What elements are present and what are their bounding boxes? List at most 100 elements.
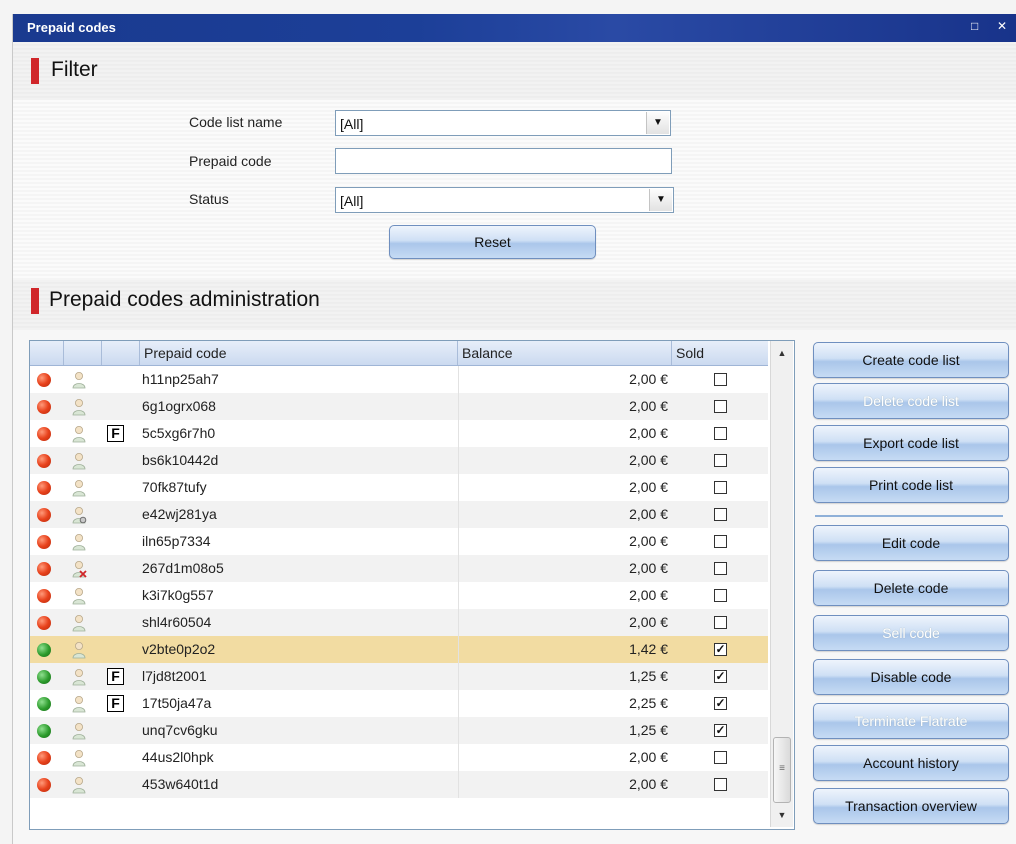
button-separator xyxy=(815,515,1003,517)
account-history-button[interactable]: Account history xyxy=(813,745,1009,781)
balance-cell: 2,00 € xyxy=(629,452,668,468)
status-select[interactable]: [All] ▼ xyxy=(335,187,674,213)
table-row[interactable]: bs6k10442d 2,00 € xyxy=(30,447,768,474)
table-row[interactable]: h11np25ah7 2,00 € xyxy=(30,366,768,393)
sold-checkbox[interactable] xyxy=(714,535,727,548)
sold-checkbox[interactable] xyxy=(714,589,727,602)
status-value: [All] xyxy=(340,193,364,209)
disable-code-button[interactable]: Disable code xyxy=(813,659,1009,695)
table-row[interactable]: 453w640t1d 2,00 € xyxy=(30,771,768,798)
delete-code-list-button[interactable]: Delete code list xyxy=(813,383,1009,419)
balance-cell: 2,00 € xyxy=(629,749,668,765)
column-header-flag[interactable] xyxy=(102,341,140,365)
status-red-icon xyxy=(37,508,51,522)
chevron-down-icon[interactable]: ▼ xyxy=(646,112,669,134)
column-header-prepaid-code[interactable]: Prepaid code xyxy=(140,341,458,365)
table-header: Prepaid code Balance Sold xyxy=(30,341,768,366)
column-header-sold[interactable]: Sold xyxy=(672,341,768,365)
prepaid-codes-table: Prepaid code Balance Sold h11np25ah7 2,00… xyxy=(29,340,795,830)
scroll-down-icon[interactable]: ▼ xyxy=(771,805,793,825)
balance-cell: 1,25 € xyxy=(629,722,668,738)
table-row[interactable]: F 17t50ja47a 2,25 € ✓ xyxy=(30,690,768,717)
close-icon[interactable]: ✕ xyxy=(997,19,1007,33)
table-row[interactable]: 6g1ogrx068 2,00 € xyxy=(30,393,768,420)
sold-checkbox[interactable] xyxy=(714,373,727,386)
prepaid-code-cell: unq7cv6gku xyxy=(142,722,218,738)
user-icon xyxy=(72,453,86,470)
balance-cell: 2,00 € xyxy=(629,398,668,414)
admin-header: Prepaid codes administration xyxy=(13,280,1016,330)
prepaid-code-input[interactable] xyxy=(335,148,672,174)
table-row[interactable]: Fl7jd8t2001 1,25 € ✓ xyxy=(30,663,768,690)
balance-cell: 2,00 € xyxy=(629,533,668,549)
user-icon xyxy=(72,696,86,713)
sold-checkbox[interactable] xyxy=(714,778,727,791)
balance-cell: 2,00 € xyxy=(629,776,668,792)
status-red-icon xyxy=(37,481,51,495)
sold-checkbox[interactable] xyxy=(714,616,727,629)
prepaid-code-cell: v2bte0p2o2 xyxy=(142,641,216,657)
user-blocked-icon xyxy=(72,561,87,578)
status-label: Status xyxy=(189,191,229,207)
code-list-name-label: Code list name xyxy=(189,114,283,130)
create-code-list-button[interactable]: Create code list xyxy=(813,342,1009,378)
edit-code-button[interactable]: Edit code xyxy=(813,525,1009,561)
status-red-icon xyxy=(37,778,51,792)
export-code-list-button[interactable]: Export code list xyxy=(813,425,1009,461)
table-row[interactable]: 70fk87tufy 2,00 € xyxy=(30,474,768,501)
sell-code-button[interactable]: Sell code xyxy=(813,615,1009,651)
transaction-overview-button[interactable]: Transaction overview xyxy=(813,788,1009,824)
table-row[interactable]: shl4r60504 2,00 € xyxy=(30,609,768,636)
status-red-icon xyxy=(37,616,51,630)
sold-checkbox[interactable]: ✓ xyxy=(714,697,727,710)
sold-checkbox[interactable]: ✓ xyxy=(714,670,727,683)
code-list-name-select[interactable]: [All] ▼ xyxy=(335,110,671,136)
table-row[interactable]: iln65p7334 2,00 € xyxy=(30,528,768,555)
scroll-up-icon[interactable]: ▲ xyxy=(771,343,793,363)
status-red-icon xyxy=(37,400,51,414)
sold-checkbox[interactable] xyxy=(714,400,727,413)
user-icon xyxy=(72,372,86,389)
delete-code-button[interactable]: Delete code xyxy=(813,570,1009,606)
print-code-list-button[interactable]: Print code list xyxy=(813,467,1009,503)
scroll-thumb[interactable]: ≡ xyxy=(773,737,791,803)
reset-button[interactable]: Reset xyxy=(389,225,596,259)
prepaid-code-cell: 6g1ogrx068 xyxy=(142,398,216,414)
balance-cell: 2,25 € xyxy=(629,695,668,711)
column-header-user[interactable] xyxy=(64,341,102,365)
status-green-icon xyxy=(37,697,51,711)
sold-checkbox[interactable] xyxy=(714,562,727,575)
table-row[interactable]: v2bte0p2o2 1,42 € ✓ xyxy=(30,636,768,663)
table-row[interactable]: e42wj281ya 2,00 € xyxy=(30,501,768,528)
table-row[interactable]: k3i7k0g557 2,00 € xyxy=(30,582,768,609)
vertical-scrollbar[interactable]: ▲ ≡ ▼ xyxy=(770,341,793,827)
sold-checkbox[interactable] xyxy=(714,427,727,440)
prepaid-code-cell: iln65p7334 xyxy=(142,533,211,549)
flatrate-icon: F xyxy=(107,695,124,712)
column-header-balance[interactable]: Balance xyxy=(458,341,672,365)
balance-cell: 1,42 € xyxy=(629,641,668,657)
table-row[interactable]: 267d1m08o5 2,00 € xyxy=(30,555,768,582)
sold-checkbox[interactable] xyxy=(714,481,727,494)
balance-cell: 2,00 € xyxy=(629,425,668,441)
sold-checkbox[interactable] xyxy=(714,751,727,764)
terminate-flatrate-button[interactable]: Terminate Flatrate xyxy=(813,703,1009,739)
sold-checkbox[interactable] xyxy=(714,454,727,467)
filter-header: Filter xyxy=(13,42,1016,100)
user-icon xyxy=(72,480,86,497)
prepaid-code-cell: bs6k10442d xyxy=(142,452,219,468)
sold-checkbox[interactable]: ✓ xyxy=(714,643,727,656)
column-header-status[interactable] xyxy=(30,341,64,365)
table-row[interactable]: 44us2l0hpk 2,00 € xyxy=(30,744,768,771)
prepaid-code-cell: 17t50ja47a xyxy=(142,695,212,711)
chevron-down-icon[interactable]: ▼ xyxy=(649,189,672,211)
title-bar: Prepaid codes □ ✕ xyxy=(13,14,1016,42)
table-row[interactable]: unq7cv6gku 1,25 € ✓ xyxy=(30,717,768,744)
prepaid-code-cell: k3i7k0g557 xyxy=(142,587,214,603)
sold-checkbox[interactable] xyxy=(714,508,727,521)
table-row[interactable]: F 5c5xg6r7h0 2,00 € xyxy=(30,420,768,447)
restore-icon[interactable]: □ xyxy=(971,19,978,33)
user-icon xyxy=(72,534,86,551)
balance-cell: 2,00 € xyxy=(629,506,668,522)
sold-checkbox[interactable]: ✓ xyxy=(714,724,727,737)
